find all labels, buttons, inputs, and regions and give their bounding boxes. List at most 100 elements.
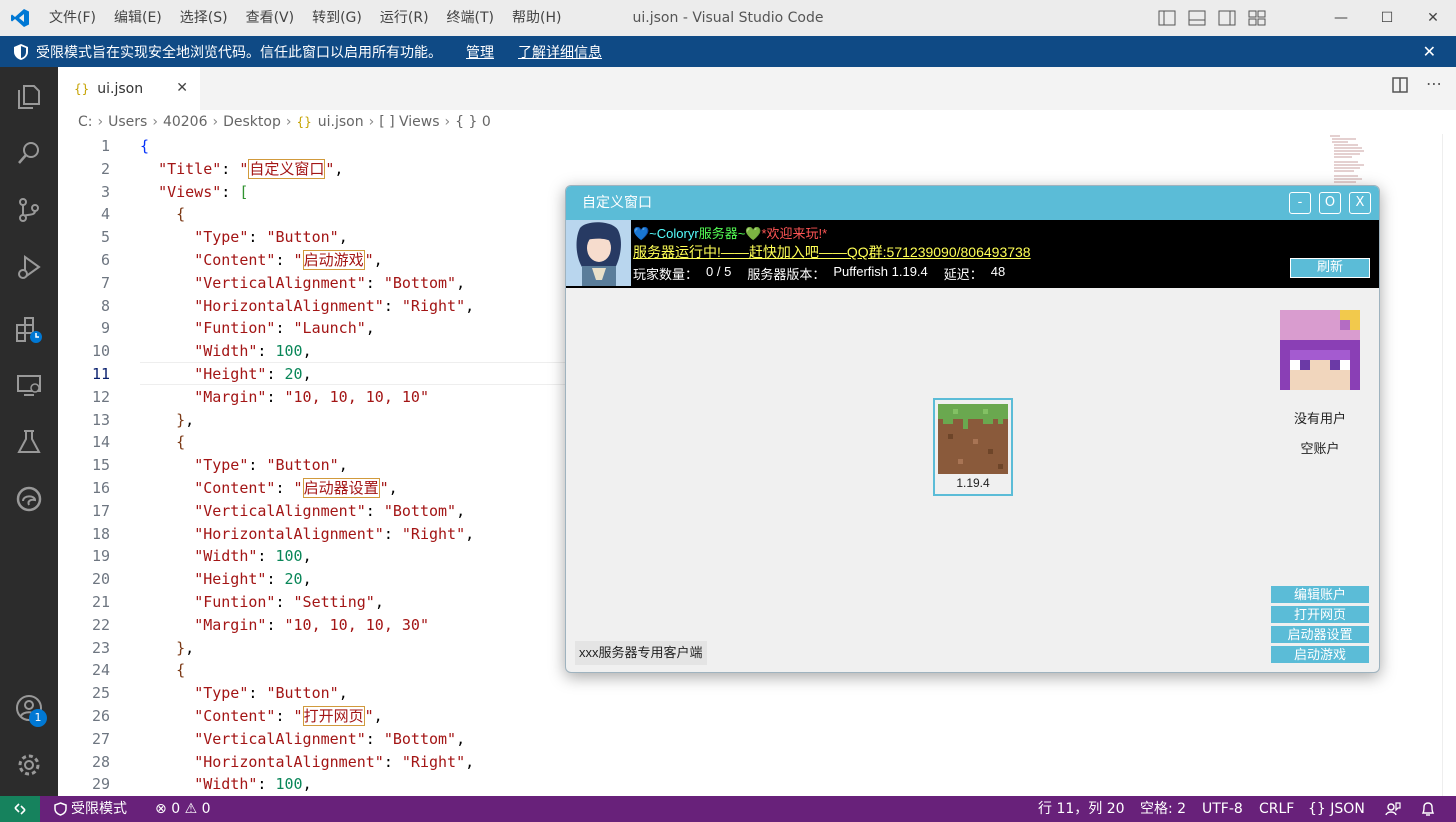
problems-indicator[interactable]: ⊗ 0 ⚠ 0: [155, 796, 211, 822]
run-debug-icon[interactable]: [0, 238, 58, 296]
line-number: 17: [91, 501, 110, 520]
game-version-card[interactable]: 1.19.4: [933, 398, 1013, 496]
breadcrumb-item[interactable]: Users: [108, 114, 147, 130]
open-webpage-button[interactable]: 打开网页: [1271, 606, 1369, 623]
menu-file[interactable]: 文件(F): [40, 0, 105, 36]
user-name: 没有用户: [1293, 411, 1346, 426]
learn-more-link[interactable]: 了解详细信息: [518, 42, 602, 62]
menu-edit[interactable]: 编辑(E): [105, 0, 171, 36]
breadcrumb-item[interactable]: 40206: [163, 114, 208, 130]
edit-account-button[interactable]: 编辑账户: [1271, 586, 1369, 603]
minimize-button[interactable]: -: [1289, 192, 1311, 214]
code-line[interactable]: 25 "Type": "Button",: [58, 682, 1456, 705]
source-control-icon[interactable]: [0, 181, 58, 239]
breadcrumb-item[interactable]: C:: [78, 114, 93, 130]
restricted-mode-indicator[interactable]: 受限模式: [54, 796, 127, 822]
breadcrumb-item[interactable]: [ ] Views: [379, 114, 439, 130]
cursor-position[interactable]: 行 11，列 20: [1038, 796, 1125, 822]
accounts-icon[interactable]: [0, 679, 58, 737]
line-number: 13: [91, 410, 110, 429]
code-text: "Type": "Button",: [194, 228, 348, 247]
indentation[interactable]: 空格: 2: [1140, 796, 1186, 822]
extensions-icon[interactable]: [0, 301, 58, 359]
customize-layout-icon[interactable]: [1248, 10, 1266, 26]
testing-icon[interactable]: [0, 413, 58, 471]
line-number: 22: [91, 615, 110, 634]
notifications-bell-icon[interactable]: [1420, 796, 1436, 822]
remote-explorer-icon[interactable]: [0, 356, 58, 414]
line-number: 9: [100, 319, 110, 338]
menu-help[interactable]: 帮助(H): [503, 0, 570, 36]
menu-run[interactable]: 运行(R): [371, 0, 438, 36]
maximize-window-icon[interactable]: ☐: [1364, 0, 1410, 36]
menu-terminal[interactable]: 终端(T): [438, 0, 503, 36]
code-text: {: [140, 137, 150, 155]
encoding[interactable]: UTF-8: [1202, 796, 1243, 822]
toggle-secondary-sidebar-icon[interactable]: [1218, 10, 1236, 26]
code-line[interactable]: 29 "Width": 100,: [58, 773, 1456, 796]
custom-window-titlebar[interactable]: 自定义窗口: [566, 186, 1379, 220]
code-text: },: [176, 410, 195, 429]
activity-bar: 1: [0, 67, 58, 796]
code-text: "Height": 20,: [194, 365, 312, 383]
refresh-button[interactable]: 刷新: [1290, 258, 1370, 278]
minimize-window-icon[interactable]: —: [1318, 0, 1364, 36]
warning-count: 0: [201, 801, 211, 817]
line-number: 7: [100, 273, 110, 292]
braces-icon: {}: [1308, 801, 1326, 817]
code-line[interactable]: 26 "Content": "打开网页",: [58, 705, 1456, 728]
chevron-right-icon: ›: [212, 114, 219, 130]
code-line[interactable]: 28 "HorizontalAlignment": "Right",: [58, 751, 1456, 774]
close-button[interactable]: X: [1349, 192, 1371, 214]
tab-ui-json[interactable]: {} ui.json ✕: [58, 67, 200, 110]
explorer-icon[interactable]: [0, 67, 58, 125]
end-of-line[interactable]: CRLF: [1259, 796, 1294, 822]
split-editor-icon[interactable]: [1392, 77, 1408, 97]
search-icon[interactable]: [0, 124, 58, 182]
line-number: 2: [100, 159, 110, 178]
error-count: 0: [171, 801, 181, 817]
manage-link[interactable]: 管理: [466, 42, 494, 62]
more-actions-icon[interactable]: ⋯: [1426, 76, 1442, 97]
code-line[interactable]: 2 "Title": "自定义窗口",: [58, 158, 1456, 181]
server-motd-line2: 服务器运行中!——赶快加入吧——QQ群:571239090/806493738: [633, 244, 1031, 260]
shield-icon: [54, 802, 67, 816]
line-number: 20: [91, 570, 110, 589]
feedback-icon[interactable]: [1385, 796, 1401, 822]
toggle-panel-icon[interactable]: [1188, 10, 1206, 26]
launcher-settings-button[interactable]: 启动器设置: [1271, 626, 1369, 643]
code-text: "Height": 20,: [194, 570, 312, 589]
edge-devtools-icon[interactable]: [0, 470, 58, 528]
breadcrumb-item[interactable]: Desktop: [223, 114, 281, 130]
close-icon[interactable]: ✕: [176, 80, 188, 96]
server-stats: 玩家数量： 0 / 5 服务器版本： Pufferfish 1.19.4 延迟：…: [633, 264, 1005, 283]
breadcrumb-item[interactable]: { } 0: [455, 114, 491, 130]
remote-indicator-icon[interactable]: [0, 796, 40, 822]
chevron-right-icon: ›: [152, 114, 158, 130]
code-text: "Content": "启动器设置",: [194, 478, 398, 498]
close-window-icon[interactable]: ✕: [1410, 0, 1456, 36]
code-text: "Funtion": "Setting",: [194, 593, 384, 611]
code-text: "Width": 100,: [194, 547, 312, 566]
line-number: 24: [91, 661, 110, 680]
menu-view[interactable]: 查看(V): [237, 0, 304, 36]
players-value: 0 / 5: [706, 264, 732, 279]
language-mode[interactable]: {} JSON: [1308, 796, 1365, 822]
code-line[interactable]: 27 "VerticalAlignment": "Bottom",: [58, 728, 1456, 751]
menu-selection[interactable]: 选择(S): [171, 0, 237, 36]
chevron-right-icon: ›: [444, 114, 451, 130]
line-number: 23: [91, 638, 110, 657]
code-line[interactable]: 1{: [58, 135, 1456, 158]
menu-go[interactable]: 转到(G): [303, 0, 371, 36]
gear-icon[interactable]: [0, 736, 58, 794]
close-icon[interactable]: ✕: [1423, 42, 1436, 61]
toggle-primary-sidebar-icon[interactable]: [1158, 10, 1176, 26]
line-number: 4: [100, 205, 110, 224]
tab-label: ui.json: [97, 80, 144, 97]
breadcrumb-item[interactable]: ui.json: [318, 114, 364, 130]
launch-game-button[interactable]: 启动游戏: [1271, 646, 1369, 663]
line-number: 5: [100, 228, 110, 247]
code-text: "Type": "Button",: [194, 684, 348, 703]
restore-button[interactable]: O: [1319, 192, 1341, 214]
game-version-label: 1.19.4: [956, 476, 990, 490]
